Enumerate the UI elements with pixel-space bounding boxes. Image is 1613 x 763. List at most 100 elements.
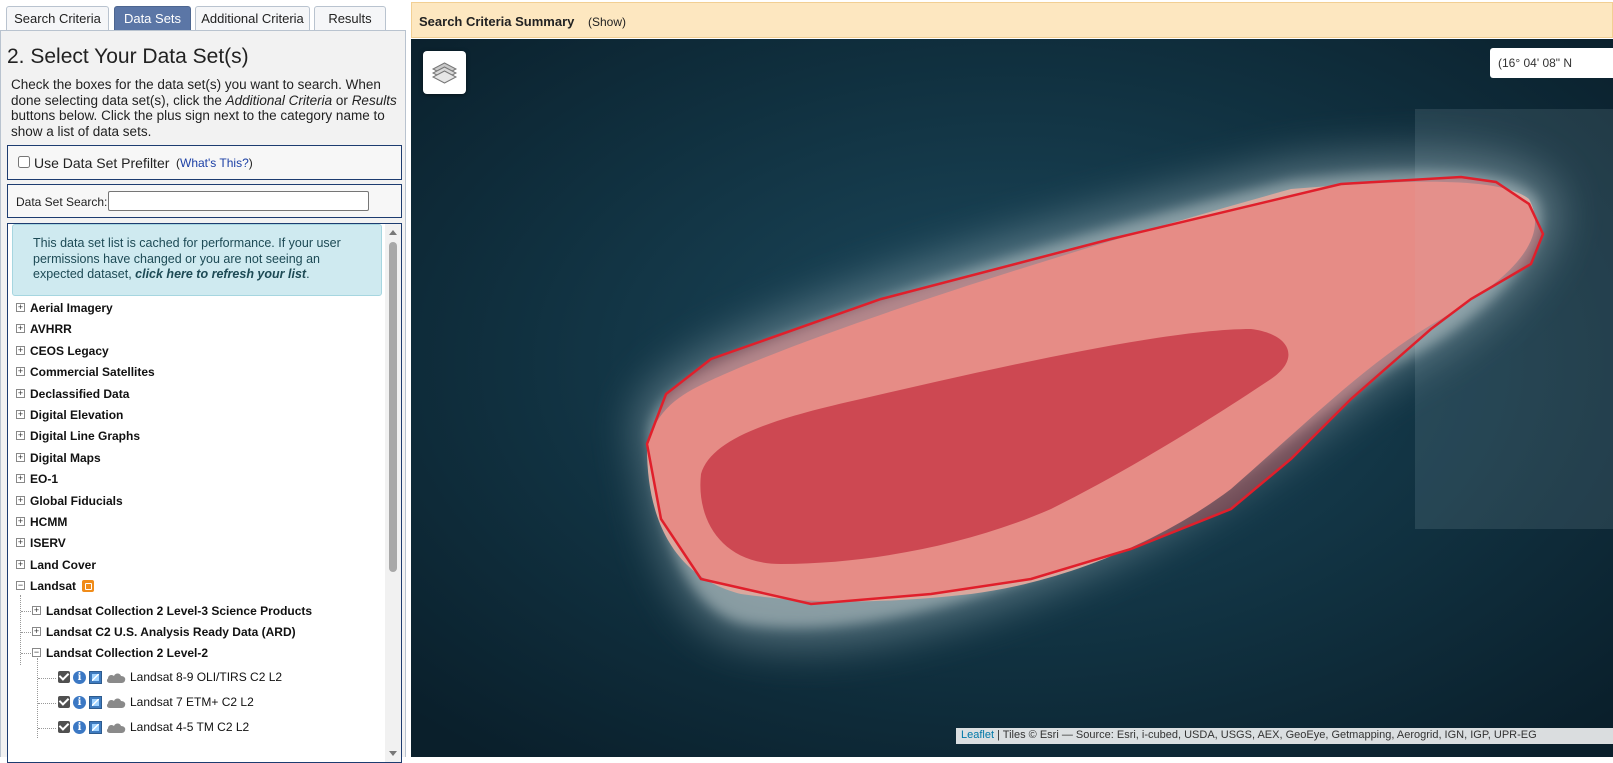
instructions-results: Results [351, 92, 397, 108]
expand-icon[interactable]: + [16, 410, 25, 419]
tree-category-label: Commercial Satellites [30, 365, 155, 380]
tree-connector [38, 677, 56, 679]
dataset-checkbox[interactable] [58, 670, 70, 683]
cloud-icon[interactable] [106, 696, 126, 708]
rss-icon[interactable] [82, 580, 94, 593]
scroll-up-arrow[interactable] [389, 230, 397, 235]
tree-subcategory-label: Landsat Collection 2 Level-2 [46, 646, 209, 661]
expand-icon[interactable]: + [16, 367, 25, 377]
expand-icon[interactable]: + [16, 495, 25, 505]
dataset-row[interactable]: i Landsat 7 ETM+ C2 L2 [58, 693, 358, 711]
summary-show-toggle[interactable]: (Show) [588, 15, 626, 29]
layers-icon [431, 62, 458, 84]
expand-icon[interactable]: + [16, 538, 25, 548]
list-scrollbar[interactable] [385, 224, 401, 762]
tab-results[interactable]: Results [314, 6, 386, 30]
scroll-thumb[interactable] [389, 242, 397, 572]
tree-category-label: HCMM [30, 515, 68, 529]
dataset-search-label: Data Set Search: [16, 195, 108, 209]
info-icon[interactable]: i [73, 670, 86, 684]
dataset-row[interactable]: i Landsat 8-9 OLI/TIRS C2 L2 [58, 668, 358, 686]
attribution-text: | Tiles © Esri — Source: Esri, i-cubed, … [994, 729, 1537, 741]
tree-category-label: Landsat [30, 579, 77, 594]
expand-icon[interactable]: − [32, 648, 41, 658]
expand-icon[interactable]: + [16, 474, 25, 484]
coordinates-readout: (16° 04' 08" N [1490, 48, 1613, 78]
tree-category-label: Aerial Imagery [30, 301, 113, 315]
tab-additional-criteria[interactable]: Additional Criteria [195, 6, 310, 30]
refresh-list-link[interactable]: click here to refresh your list [135, 267, 306, 281]
tree-connector [37, 657, 38, 738]
dataset-row[interactable]: i Landsat 4-5 TM C2 L2 [58, 718, 358, 736]
whats-this: (What's This?) [176, 156, 253, 170]
expand-icon[interactable]: + [16, 303, 25, 312]
info-icon[interactable]: i [73, 720, 86, 734]
tree-subcategory-label: Landsat Collection 2 Level-3 Science Pro… [46, 603, 313, 618]
tree-category-label: Digital Line Graphs [30, 429, 141, 444]
dataset-checkbox[interactable] [58, 720, 70, 733]
tree-connector [21, 610, 31, 612]
instructions-additional-criteria: Additional Criteria [225, 92, 333, 108]
expand-icon[interactable]: + [16, 431, 25, 441]
browse-overlay-icon[interactable] [89, 720, 102, 734]
expand-icon[interactable]: + [32, 627, 41, 636]
summary-title: Search Criteria Summary [419, 14, 575, 29]
cloud-icon[interactable] [106, 721, 126, 733]
cache-notice-end: . [306, 267, 310, 281]
dataset-checkbox[interactable] [58, 695, 70, 708]
tree-category-label: ISERV [30, 536, 66, 551]
prefilter-box: Use Data Set Prefilter (What's This?) [7, 145, 402, 180]
prefilter-checkbox[interactable] [18, 156, 30, 168]
expand-icon[interactable]: + [16, 452, 25, 462]
dataset-list: This data set list is cached for perform… [7, 223, 402, 763]
leaflet-link[interactable]: Leaflet [961, 729, 994, 741]
tree-category-label: Digital Elevation [30, 408, 124, 422]
tree-category-label: EO-1 [30, 472, 59, 487]
expand-icon[interactable]: − [16, 581, 25, 591]
page-title: 2. Select Your Data Set(s) [7, 45, 249, 68]
tree-connector [38, 727, 56, 729]
scroll-down-arrow[interactable] [389, 751, 397, 756]
tree-category-label: Land Cover [30, 557, 97, 572]
instructions-or: or [332, 92, 352, 108]
expand-icon[interactable]: + [16, 324, 25, 334]
browse-overlay-icon[interactable] [89, 695, 102, 709]
data-sets-panel: 2. Select Your Data Set(s) Check the box… [0, 30, 406, 763]
tree-category-label: Global Fiducials [30, 493, 123, 508]
map-attribution: Leaflet | Tiles © Esri — Source: Esri, i… [956, 728, 1613, 744]
tree-subcategory-label: Landsat C2 U.S. Analysis Ready Data (ARD… [46, 625, 296, 639]
prefilter-label[interactable]: Use Data Set Prefilter [34, 155, 169, 171]
dataset-label: Landsat 4-5 TM C2 L2 [130, 719, 250, 734]
info-icon[interactable]: i [73, 695, 86, 709]
tree-category-label: CEOS Legacy [30, 343, 109, 358]
map-view[interactable]: (16° 04' 08" N Leaflet | Tiles © Esri — … [411, 39, 1613, 757]
paren-close: ) [248, 156, 253, 170]
tree-category-label: Digital Maps [30, 450, 101, 465]
dataset-search-box: Data Set Search: [7, 184, 402, 218]
tree-connector [21, 653, 31, 655]
tab-search-criteria[interactable]: Search Criteria [6, 6, 109, 30]
left-panel: Search Criteria Data Sets Additional Cri… [0, 0, 412, 763]
expand-icon[interactable]: + [16, 345, 25, 355]
expand-icon[interactable]: + [16, 559, 25, 569]
tree-connector [38, 702, 56, 704]
browse-overlay-icon[interactable] [89, 670, 102, 684]
layers-control-button[interactable] [423, 51, 466, 94]
expand-icon[interactable]: + [16, 517, 25, 526]
whats-this-link[interactable]: What's This? [180, 156, 249, 170]
satellite-imagery [411, 39, 1613, 757]
expand-icon[interactable]: + [16, 388, 25, 398]
dataset-label: Landsat 8-9 OLI/TIRS C2 L2 [130, 669, 283, 684]
cache-notice: This data set list is cached for perform… [12, 224, 382, 296]
tree-connector [21, 632, 31, 633]
dataset-label: Landsat 7 ETM+ C2 L2 [130, 694, 254, 709]
expand-icon[interactable]: + [32, 605, 41, 615]
dataset-search-input[interactable] [108, 191, 369, 211]
tree-category-label: Declassified Data [30, 386, 130, 401]
cloud-icon[interactable] [106, 671, 126, 683]
tab-data-sets[interactable]: Data Sets [114, 6, 191, 30]
instructions-text: Check the boxes for the data set(s) you … [11, 77, 397, 139]
search-criteria-summary-bar: Search Criteria Summary (Show) [411, 2, 1613, 38]
tree-category-label: AVHRR [30, 322, 72, 337]
instructions-part2: buttons below. Click the plus sign next … [11, 108, 385, 139]
